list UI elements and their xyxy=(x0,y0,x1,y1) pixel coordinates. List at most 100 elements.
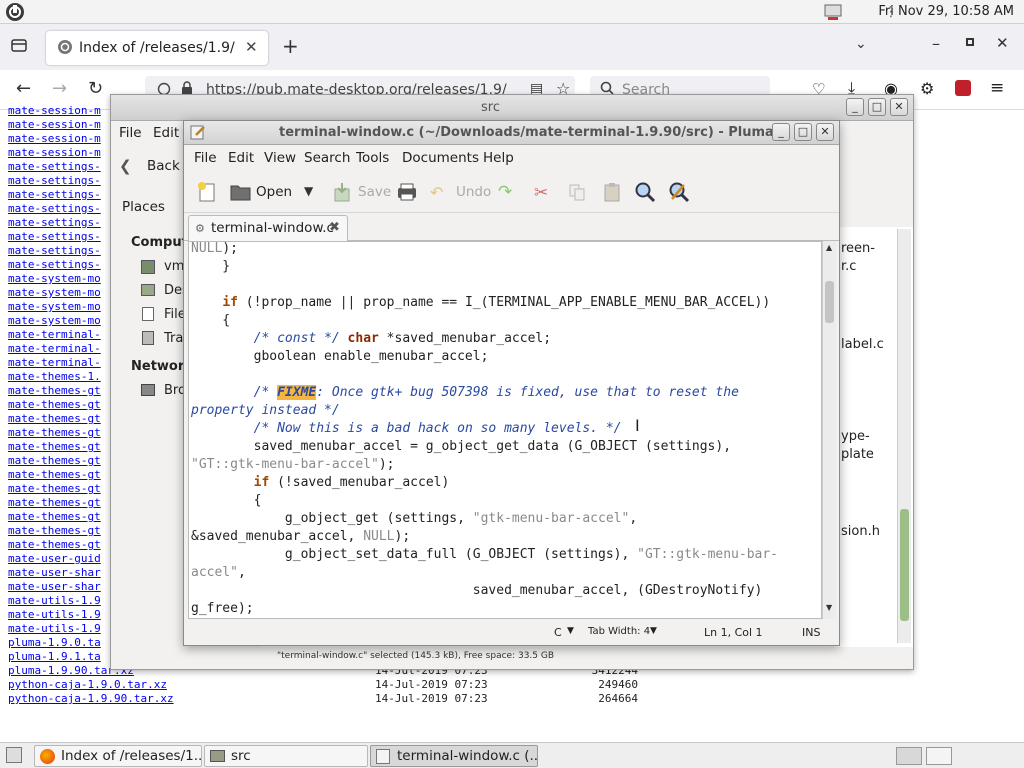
listing-link[interactable]: mate-themes-gt xyxy=(8,510,112,524)
listing-link[interactable]: mate-system-mo xyxy=(8,314,112,328)
listing-link[interactable]: python-caja-1.9.0.tar.xz xyxy=(8,678,368,692)
file-item[interactable]: reen- xyxy=(841,241,875,256)
menu-file[interactable]: File xyxy=(194,150,217,166)
app-menu-icon[interactable]: ≡ xyxy=(990,78,1004,98)
listing-link[interactable]: mate-themes-gt xyxy=(8,524,112,538)
listing-link[interactable]: mate-themes-gt xyxy=(8,412,112,426)
editor-scroll-thumb[interactable] xyxy=(825,281,834,323)
side-item-vm[interactable]: vm xyxy=(164,259,184,274)
side-item-trash[interactable]: Tra xyxy=(164,331,183,346)
language-selector[interactable]: C xyxy=(554,626,562,639)
pluma-maximize-icon[interactable]: □ xyxy=(794,123,812,141)
taskbar-item-firefox[interactable]: Index of /releases/1.... xyxy=(34,745,202,767)
listing-link[interactable]: mate-user-shar xyxy=(8,580,112,594)
menu-help[interactable]: Help xyxy=(483,150,514,166)
redo-icon[interactable]: ↷ xyxy=(498,182,512,202)
listing-link[interactable]: mate-terminal- xyxy=(8,356,112,370)
caja-minimize-icon[interactable]: _ xyxy=(846,98,864,116)
list-all-tabs-icon[interactable]: ⌄ xyxy=(855,36,867,52)
caja-close-icon[interactable]: ✕ xyxy=(890,98,908,116)
menu-documents[interactable]: Documents xyxy=(402,150,479,166)
listing-link[interactable]: mate-themes-gt xyxy=(8,384,112,398)
tab-list-icon[interactable] xyxy=(10,36,28,54)
new-document-icon[interactable] xyxy=(196,181,218,203)
scroll-down-icon[interactable]: ▼ xyxy=(826,603,832,612)
document-tab-close-icon[interactable]: ✖ xyxy=(329,220,340,235)
listing-link[interactable]: mate-themes-gt xyxy=(8,440,112,454)
caja-scrollbar[interactable] xyxy=(897,229,911,643)
listing-link[interactable]: mate-settings- xyxy=(8,230,112,244)
language-dropdown-icon[interactable]: ▼ xyxy=(567,626,574,636)
listing-link[interactable]: mate-terminal- xyxy=(8,328,112,342)
open-button[interactable]: Open xyxy=(256,184,292,200)
listing-link[interactable]: mate-themes-gt xyxy=(8,538,112,552)
find-replace-icon[interactable] xyxy=(668,181,690,203)
listing-link[interactable]: mate-settings- xyxy=(8,258,112,272)
taskbar-item-pluma[interactable]: terminal-window.c (... xyxy=(370,745,538,767)
undo-button[interactable]: Undo xyxy=(456,184,491,200)
taskbar-item-caja[interactable]: src xyxy=(204,745,368,767)
caja-back-icon[interactable]: ❮ xyxy=(119,157,132,175)
listing-link[interactable]: mate-utils-1.9 xyxy=(8,608,112,622)
listing-link[interactable]: mate-utils-1.9 xyxy=(8,622,112,636)
menu-tools[interactable]: Tools xyxy=(356,150,389,166)
file-item[interactable]: ype- xyxy=(841,429,870,444)
paste-icon[interactable] xyxy=(602,182,622,202)
caja-back-button[interactable]: Back xyxy=(147,158,180,174)
pluma-titlebar[interactable]: terminal-window.c (~/Downloads/mate-term… xyxy=(184,121,839,145)
listing-link[interactable]: mate-themes-gt xyxy=(8,454,112,468)
file-item[interactable]: sion.h xyxy=(841,524,880,539)
file-item[interactable]: plate xyxy=(841,447,874,462)
listing-link[interactable]: mate-settings- xyxy=(8,202,112,216)
listing-link[interactable]: mate-utils-1.9 xyxy=(8,594,112,608)
clock[interactable]: Fri Nov 29, 10:58 AM xyxy=(878,4,1014,19)
tab-close-icon[interactable]: ✕ xyxy=(245,38,258,56)
cut-icon[interactable]: ✂ xyxy=(534,183,548,203)
show-desktop-icon[interactable] xyxy=(6,747,22,763)
open-icon[interactable] xyxy=(230,182,252,202)
pluma-minimize-icon[interactable]: _ xyxy=(772,123,790,141)
listing-link[interactable]: mate-themes-1. xyxy=(8,370,112,384)
listing-link[interactable]: mate-user-shar xyxy=(8,566,112,580)
menu-view[interactable]: View xyxy=(264,150,296,166)
reload-icon[interactable]: ↻ xyxy=(88,78,103,99)
listing-link[interactable]: mate-system-mo xyxy=(8,286,112,300)
find-icon[interactable] xyxy=(634,181,656,203)
listing-link[interactable]: mate-system-mo xyxy=(8,300,112,314)
save-button[interactable]: Save xyxy=(358,184,391,200)
listing-link[interactable]: mate-user-guid xyxy=(8,552,112,566)
listing-link[interactable]: mate-themes-gt xyxy=(8,398,112,412)
listing-link[interactable]: mate-session-m xyxy=(8,104,112,118)
listing-link[interactable]: mate-system-mo xyxy=(8,272,112,286)
close-window-icon[interactable]: ✕ xyxy=(996,34,1009,52)
listing-link[interactable]: mate-themes-gt xyxy=(8,468,112,482)
listing-link[interactable]: pluma-1.9.1.ta xyxy=(8,650,112,664)
workspace-1[interactable] xyxy=(896,747,922,765)
workspace-2[interactable] xyxy=(926,747,952,765)
listing-link[interactable]: mate-settings- xyxy=(8,174,112,188)
extensions-icon[interactable]: ⚙ xyxy=(920,79,934,98)
open-recent-dropdown-icon[interactable]: ▼ xyxy=(304,184,313,198)
caja-menu-edit[interactable]: Edit xyxy=(153,125,179,141)
print-icon[interactable] xyxy=(396,182,418,202)
caja-places-header[interactable]: Places xyxy=(111,187,191,227)
tab-width-selector[interactable]: Tab Width: 4 xyxy=(588,626,650,637)
listing-link[interactable]: mate-themes-gt xyxy=(8,426,112,440)
menu-edit[interactable]: Edit xyxy=(228,150,254,166)
back-icon[interactable]: ← xyxy=(16,78,31,99)
caja-titlebar[interactable]: src _ □ ✕ xyxy=(111,95,913,121)
caja-maximize-icon[interactable]: □ xyxy=(868,98,886,116)
caja-menu-file[interactable]: File xyxy=(119,125,142,141)
mate-menu-icon[interactable] xyxy=(4,2,26,22)
editor-scrollbar[interactable]: ▲ ▼ xyxy=(822,241,836,619)
copy-icon[interactable] xyxy=(568,183,586,201)
document-tab[interactable]: ⚙ terminal-window.c ✖ xyxy=(188,215,348,242)
save-icon[interactable] xyxy=(332,181,352,203)
listing-link[interactable]: mate-themes-gt xyxy=(8,496,112,510)
menu-search[interactable]: Search xyxy=(304,150,350,166)
listing-link[interactable]: mate-settings- xyxy=(8,244,112,258)
minimize-icon[interactable]: – xyxy=(932,34,940,53)
network-icon[interactable] xyxy=(822,2,844,22)
listing-link[interactable]: mate-settings- xyxy=(8,188,112,202)
file-item[interactable]: r.c xyxy=(841,259,856,274)
